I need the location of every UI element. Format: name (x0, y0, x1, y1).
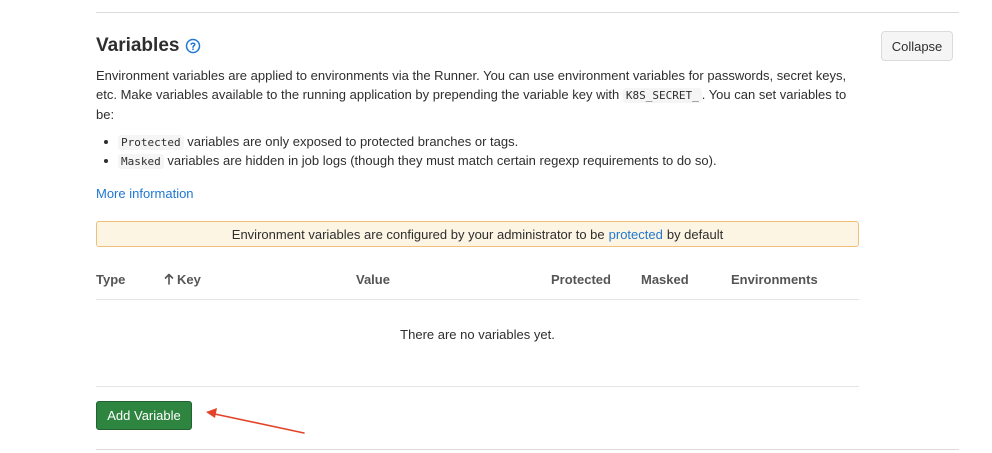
section-header: Variables (96, 35, 201, 57)
annotation-arrow-icon (206, 408, 305, 434)
collapse-button[interactable]: Collapse (881, 31, 953, 61)
table-bottom-divider (96, 386, 859, 387)
protected-header[interactable]: Protected (551, 272, 611, 287)
top-divider (96, 12, 959, 13)
key-header[interactable]: Key (164, 272, 201, 287)
protected-code: Protected (118, 135, 184, 150)
table-header-divider (96, 299, 859, 300)
section-title: Variables (96, 35, 180, 56)
protected-alert: Environment variables are configured by … (96, 221, 859, 247)
section-description: Environment variables are applied to env… (96, 66, 866, 124)
masked-header[interactable]: Masked (641, 272, 689, 287)
add-variable-button[interactable]: Add Variable (96, 401, 192, 430)
bullet-dot (104, 159, 108, 163)
alert-text-before: Environment variables are configured by … (231, 226, 605, 242)
value-header[interactable]: Value (356, 272, 390, 287)
protected-text: variables are only exposed to protected … (187, 134, 519, 149)
variables-table-header: Type Key Value Protected Masked Environm… (96, 272, 859, 290)
description-code: K8S_SECRET_ (622, 88, 702, 103)
masked-text: variables are hidden in job logs (though… (167, 153, 717, 168)
list-item: Protected variables are only exposed to … (96, 133, 717, 152)
key-header-label: Key (177, 272, 201, 287)
more-information-link[interactable]: More information (96, 186, 194, 201)
variable-types-list: Protected variables are only exposed to … (96, 133, 717, 171)
masked-code: Masked (118, 154, 164, 169)
environments-header[interactable]: Environments (731, 272, 818, 287)
help-icon[interactable] (185, 38, 201, 54)
alert-text-after: by default (666, 226, 724, 242)
bullet-dot (104, 140, 108, 144)
type-header[interactable]: Type (96, 272, 125, 287)
protected-link[interactable]: protected (609, 227, 663, 242)
bottom-divider (96, 449, 959, 450)
empty-state-text: There are no variables yet. (400, 327, 555, 342)
arrow-up-icon (164, 273, 174, 285)
list-item: Masked variables are hidden in job logs … (96, 152, 717, 171)
